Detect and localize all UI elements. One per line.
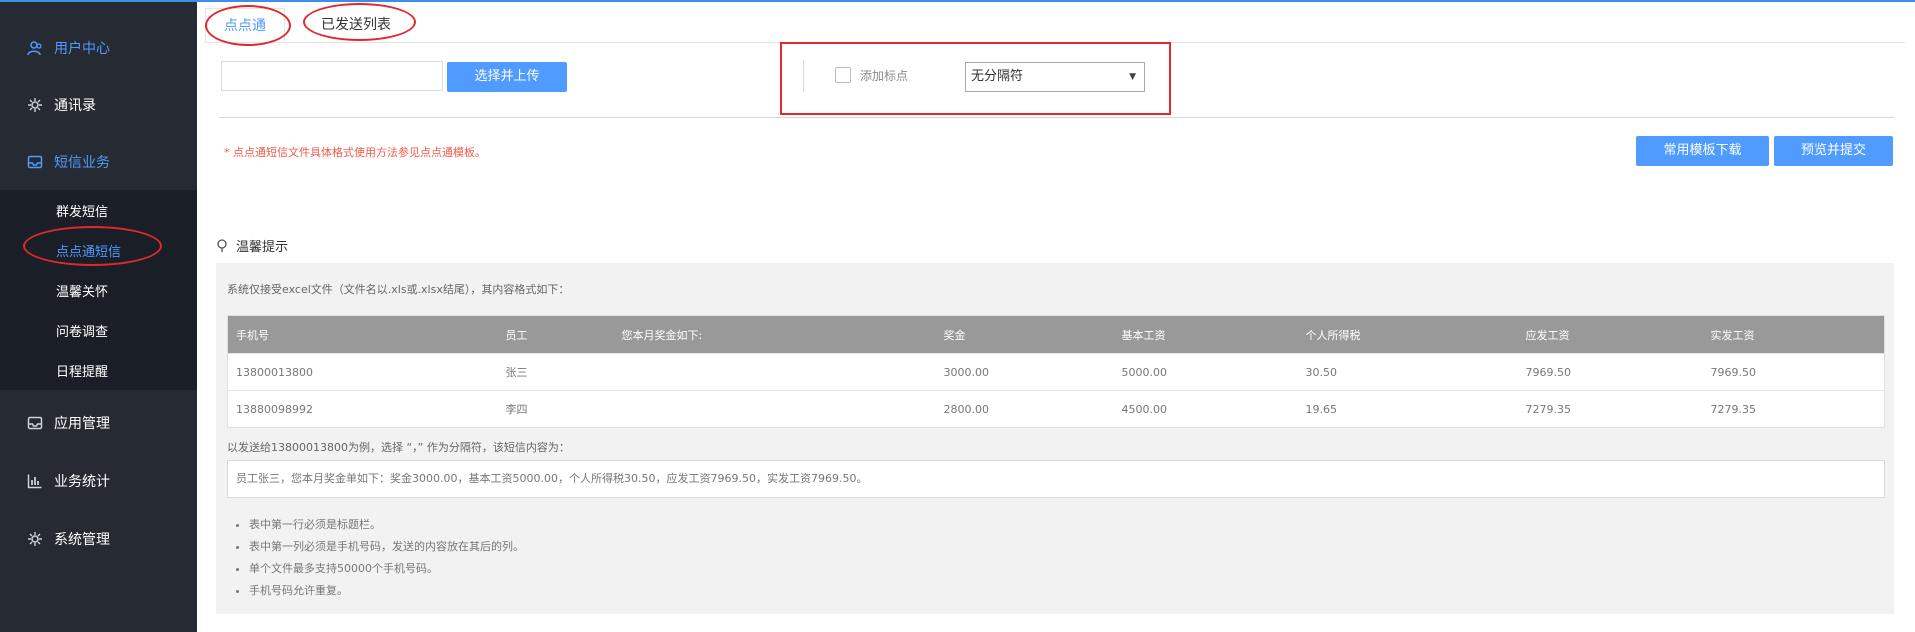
table-header: 您本月奖金如下:: [613, 315, 936, 354]
users-icon: [27, 40, 43, 56]
table-cell: 7969.50: [1702, 353, 1885, 391]
nav-business-stats[interactable]: 业务统计: [0, 452, 197, 510]
list-item: 单个文件最多支持50000个手机号码。: [249, 558, 524, 580]
table-cell: 13880098992: [227, 390, 498, 428]
tips-intro: 系统仅接受excel文件（文件名以.xls或.xlsx结尾），其内容格式如下：: [227, 283, 570, 296]
format-example-table: 手机号 员工 您本月奖金如下: 奖金 基本工资 个人所得税 应发工资 实发工资 …: [227, 315, 1885, 428]
table-cell: 19.65: [1297, 390, 1518, 428]
sidebar: 用户中心 通讯录 短信业务 群发短信 点点通短信 温馨关怀 问卷调查 日程提醒 …: [0, 2, 197, 632]
table-cell: 13800013800: [227, 353, 498, 391]
preview-submit-button[interactable]: 预览并提交: [1774, 136, 1893, 166]
table-cell: 李四: [497, 390, 614, 428]
example-message: 员工张三，您本月奖金单如下：奖金3000.00，基本工资5000.00，个人所得…: [227, 460, 1885, 498]
table-cell: [613, 353, 936, 391]
tips-panel: 系统仅接受excel文件（文件名以.xls或.xlsx结尾），其内容格式如下： …: [216, 263, 1894, 614]
table-header: 基本工资: [1113, 315, 1298, 354]
nav-user-center[interactable]: 用户中心: [0, 19, 197, 77]
lightbulb-icon: [216, 238, 228, 253]
table-cell: 3000.00: [935, 353, 1114, 391]
table-cell: 4500.00: [1113, 390, 1298, 428]
table-header: 实发工资: [1702, 315, 1885, 354]
nav-label: 用户中心: [54, 41, 110, 57]
annotation-box-options: [780, 42, 1171, 115]
tips-list: 表中第一行必须是标题栏。 表中第一列必须是手机号码，发送的内容放在其后的列。 单…: [227, 514, 524, 602]
table-header: 手机号: [227, 315, 498, 354]
sms-submenu: 群发短信 点点通短信 温馨关怀 问卷调查 日程提醒: [0, 190, 197, 390]
table-cell: 张三: [497, 353, 614, 391]
section-divider: [219, 117, 1894, 118]
download-template-button[interactable]: 常用模板下载: [1636, 136, 1769, 166]
table-row: 13800013800 张三 3000.00 5000.00 30.50 796…: [227, 353, 1885, 391]
list-item: 手机号码允许重复。: [249, 580, 524, 602]
table-cell: 2800.00: [935, 390, 1114, 428]
nav-label: 通讯录: [54, 98, 96, 114]
inbox-icon: [27, 415, 43, 431]
table-cell: 30.50: [1297, 353, 1518, 391]
sub-item-survey[interactable]: 问卷调查: [56, 313, 108, 353]
inbox-icon: [27, 154, 43, 170]
nav-contacts[interactable]: 通讯录: [0, 76, 197, 134]
nav-label: 业务统计: [54, 474, 110, 490]
tips-title: 温馨提示: [236, 240, 289, 255]
top-accent-line: [0, 0, 1915, 2]
nav-sms-business[interactable]: 短信业务: [0, 133, 197, 191]
annotation-oval-tab: [205, 5, 291, 46]
tab-bar: 点点通 已发送列表: [205, 8, 1905, 43]
format-note: * 点点通短信文件具体格式使用方法参见点点通模板。: [224, 146, 486, 159]
list-item: 表中第一列必须是手机号码，发送的内容放在其后的列。: [249, 536, 524, 558]
table-header: 个人所得税: [1297, 315, 1518, 354]
table-cell: 7279.35: [1517, 390, 1703, 428]
select-upload-button[interactable]: 选择并上传: [447, 62, 567, 92]
nav-app-management[interactable]: 应用管理: [0, 394, 197, 452]
table-cell: 5000.00: [1113, 353, 1298, 391]
gear-icon: [27, 531, 43, 547]
list-item: 表中第一行必须是标题栏。: [249, 514, 524, 536]
nav-label: 系统管理: [54, 532, 110, 548]
table-header: 应发工资: [1517, 315, 1703, 354]
nav-system-management[interactable]: 系统管理: [0, 510, 197, 568]
file-path-input[interactable]: [221, 61, 443, 91]
bar-chart-icon: [27, 473, 43, 489]
tips-heading: 温馨提示: [216, 236, 288, 255]
table-cell: 7279.35: [1702, 390, 1885, 428]
annotation-oval-submenu: [23, 226, 162, 266]
table-cell: 7969.50: [1517, 353, 1703, 391]
annotation-oval-sent-tab: [303, 3, 416, 41]
nav-label: 短信业务: [54, 155, 110, 171]
table-header: 奖金: [935, 315, 1114, 354]
sub-item-care[interactable]: 温馨关怀: [56, 273, 108, 313]
gear-icon: [27, 97, 43, 113]
table-header-row: 手机号 员工 您本月奖金如下: 奖金 基本工资 个人所得税 应发工资 实发工资: [227, 315, 1885, 354]
example-label: 以发送给13800013800为例，选择 “，” 作为分隔符，该短信内容为：: [227, 441, 570, 454]
nav-label: 应用管理: [54, 416, 110, 432]
sub-item-schedule[interactable]: 日程提醒: [56, 353, 108, 393]
table-header: 员工: [497, 315, 614, 354]
table-row: 13880098992 李四 2800.00 4500.00 19.65 727…: [227, 390, 1885, 428]
table-cell: [613, 390, 936, 428]
